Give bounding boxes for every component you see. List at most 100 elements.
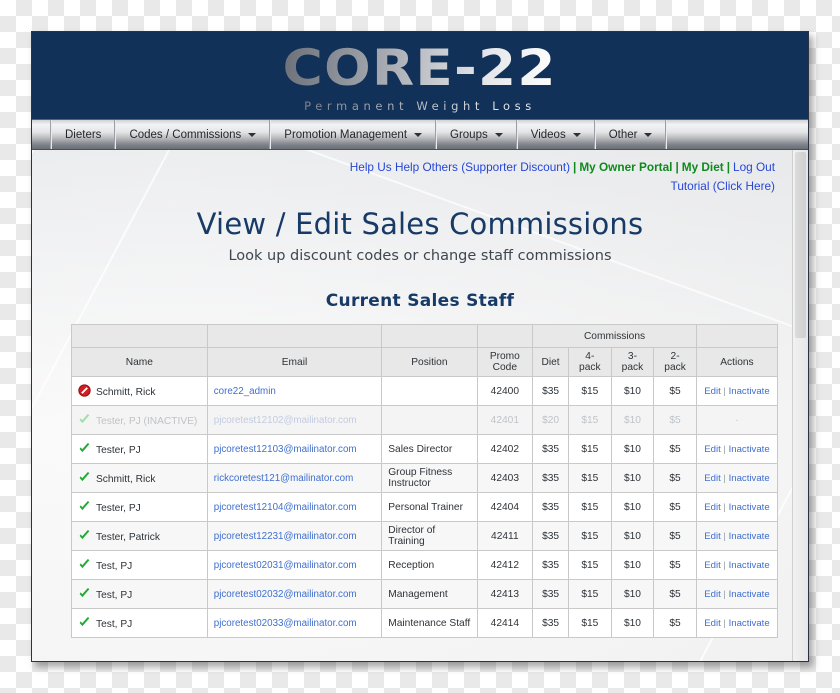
col-header-3-pack[interactable]: 3-pack bbox=[610, 347, 655, 377]
cell-actions: Edit | Inactivate bbox=[695, 579, 779, 609]
inactivate-link[interactable]: Inactivate bbox=[729, 618, 770, 629]
action-divider: | bbox=[723, 501, 726, 513]
nav-item-other[interactable]: Other bbox=[594, 120, 667, 149]
cell-promo-code: 42412 bbox=[476, 550, 534, 580]
cell-position bbox=[381, 405, 478, 435]
cell-diet-commission: $35 bbox=[532, 434, 569, 464]
nav-item-videos[interactable]: Videos bbox=[516, 120, 595, 149]
cell-name: Tester, PJ bbox=[71, 434, 208, 464]
chevron-down-icon bbox=[572, 132, 581, 137]
site-banner: CORE-22 Permanent Weight Loss bbox=[32, 32, 808, 119]
inactivate-link[interactable]: Inactivate bbox=[729, 386, 770, 397]
col-header-position[interactable]: Position bbox=[381, 347, 478, 377]
cell-2pack-commission: $5 bbox=[653, 376, 697, 406]
nav-left-spacer bbox=[32, 120, 51, 149]
group-header-blank bbox=[381, 324, 478, 348]
nav-item-label: Videos bbox=[530, 128, 566, 141]
cell-name: Tester, Patrick bbox=[71, 521, 208, 551]
col-header-4-pack[interactable]: 4-pack bbox=[568, 347, 612, 377]
nav-item-dieters[interactable]: Dieters bbox=[51, 120, 116, 149]
email-link[interactable]: pjcoretest12103@mailinator.com bbox=[214, 444, 357, 455]
table-row: Tester, PJ pjcoretest12103@mailinator.com… bbox=[71, 434, 779, 464]
cell-email: rickcoretest121@mailinator.com bbox=[206, 463, 383, 493]
action-divider: | bbox=[723, 530, 726, 542]
link-log-out[interactable]: Log Out bbox=[733, 160, 775, 174]
edit-link[interactable]: Edit bbox=[704, 589, 721, 600]
email-link[interactable]: pjcoretest02032@mailinator.com bbox=[214, 589, 357, 600]
cell-3pack-commission: $10 bbox=[610, 492, 655, 522]
staff-name: Test, PJ bbox=[96, 618, 133, 630]
cell-4pack-commission: $15 bbox=[568, 579, 612, 609]
link-my-diet[interactable]: My Diet bbox=[682, 160, 724, 174]
cell-4pack-commission: $15 bbox=[568, 608, 612, 638]
cell-name: Test, PJ bbox=[71, 550, 208, 580]
email-link[interactable]: pjcoretest02033@mailinator.com bbox=[214, 618, 357, 629]
cell-3pack-commission: $10 bbox=[610, 608, 655, 638]
email-link[interactable]: core22_admin bbox=[214, 386, 276, 397]
staff-name: Tester, PJ bbox=[96, 444, 141, 456]
edit-link[interactable]: Edit bbox=[704, 502, 721, 513]
link-supporter-discount[interactable]: Help Us Help Others (Supporter Discount) bbox=[350, 160, 570, 174]
cell-3pack-commission: $10 bbox=[610, 434, 655, 464]
email-link[interactable]: pjcoretest12102@mailinator.com bbox=[214, 415, 357, 426]
action-divider: | bbox=[723, 443, 726, 455]
table-body: Schmitt, Rick core22_admin 42400 $35 $15 $10 $… bbox=[71, 376, 779, 638]
col-header-actions[interactable]: Actions bbox=[695, 347, 779, 377]
edit-link[interactable]: Edit bbox=[704, 531, 721, 542]
col-header-diet[interactable]: Diet bbox=[532, 347, 569, 377]
email-link[interactable]: pjcoretest12231@mailinator.com bbox=[214, 531, 357, 542]
vertical-scrollbar[interactable] bbox=[792, 150, 808, 661]
prohibited-icon bbox=[78, 384, 91, 397]
inactivate-link[interactable]: Inactivate bbox=[729, 502, 770, 513]
email-link[interactable]: pjcoretest12104@mailinator.com bbox=[214, 502, 357, 513]
cell-3pack-commission: $10 bbox=[610, 550, 655, 580]
cell-promo-code: 42404 bbox=[476, 492, 534, 522]
edit-link[interactable]: Edit bbox=[704, 386, 721, 397]
cell-3pack-commission: $10 bbox=[610, 376, 655, 406]
cell-name: Tester, PJ (INACTIVE) bbox=[71, 405, 208, 435]
scrollbar-thumb[interactable] bbox=[795, 152, 806, 338]
cell-4pack-commission: $15 bbox=[568, 492, 612, 522]
inactivate-link[interactable]: Inactivate bbox=[729, 473, 770, 484]
cell-position: Reception bbox=[381, 550, 478, 580]
browser-window: CORE-22 Permanent Weight Loss Dieters Co… bbox=[31, 31, 809, 662]
cell-email: core22_admin bbox=[206, 376, 383, 406]
email-link[interactable]: pjcoretest02031@mailinator.com bbox=[214, 560, 357, 571]
edit-link[interactable]: Edit bbox=[704, 560, 721, 571]
email-link[interactable]: rickcoretest121@mailinator.com bbox=[214, 473, 354, 484]
cell-promo-code: 42402 bbox=[476, 434, 534, 464]
link-tutorial[interactable]: Tutorial (Click Here) bbox=[671, 179, 775, 193]
nav-item-promotion-management[interactable]: Promotion Management bbox=[270, 120, 437, 149]
cell-2pack-commission: $5 bbox=[653, 492, 697, 522]
inactivate-link[interactable]: Inactivate bbox=[729, 444, 770, 455]
cell-name: Tester, PJ bbox=[71, 492, 208, 522]
col-header-2-pack[interactable]: 2-pack bbox=[653, 347, 697, 377]
inactivate-link[interactable]: Inactivate bbox=[729, 560, 770, 571]
col-header-name[interactable]: Name bbox=[71, 347, 208, 377]
check-icon bbox=[78, 587, 91, 600]
cell-position bbox=[381, 376, 478, 406]
edit-link[interactable]: Edit bbox=[704, 444, 721, 455]
nav-item-groups[interactable]: Groups bbox=[436, 120, 517, 149]
brand-tagline: Permanent Weight Loss bbox=[304, 98, 536, 113]
inactivate-link[interactable]: Inactivate bbox=[729, 589, 770, 600]
table-row: Test, PJ pjcoretest02031@mailinator.com Re… bbox=[71, 550, 779, 580]
cell-4pack-commission: $15 bbox=[568, 376, 612, 406]
edit-link[interactable]: Edit bbox=[704, 473, 721, 484]
chevron-down-icon bbox=[414, 132, 423, 137]
edit-link[interactable]: Edit bbox=[704, 618, 721, 629]
cell-position: Personal Trainer bbox=[381, 492, 478, 522]
col-header-promo-code[interactable]: Promo Code bbox=[476, 347, 534, 377]
link-my-owner-portal[interactable]: My Owner Portal bbox=[579, 160, 672, 174]
inactivate-link[interactable]: Inactivate bbox=[729, 531, 770, 542]
col-header-email[interactable]: Email bbox=[206, 347, 383, 377]
staff-table-container: Commissions Name Email Position Promo Co… bbox=[71, 324, 779, 638]
main-navigation[interactable]: Dieters Codes / Commissions Promotion Ma… bbox=[32, 119, 808, 150]
cell-email: pjcoretest12231@mailinator.com bbox=[206, 521, 383, 551]
table-row: Tester, PJ (INACTIVE) pjcoretest12102@mai… bbox=[71, 405, 779, 435]
action-divider: | bbox=[723, 472, 726, 484]
group-header-blank bbox=[476, 324, 534, 348]
cell-2pack-commission: $5 bbox=[653, 608, 697, 638]
nav-right-filler bbox=[666, 120, 808, 149]
nav-item-codes-commissions[interactable]: Codes / Commissions bbox=[115, 120, 271, 149]
